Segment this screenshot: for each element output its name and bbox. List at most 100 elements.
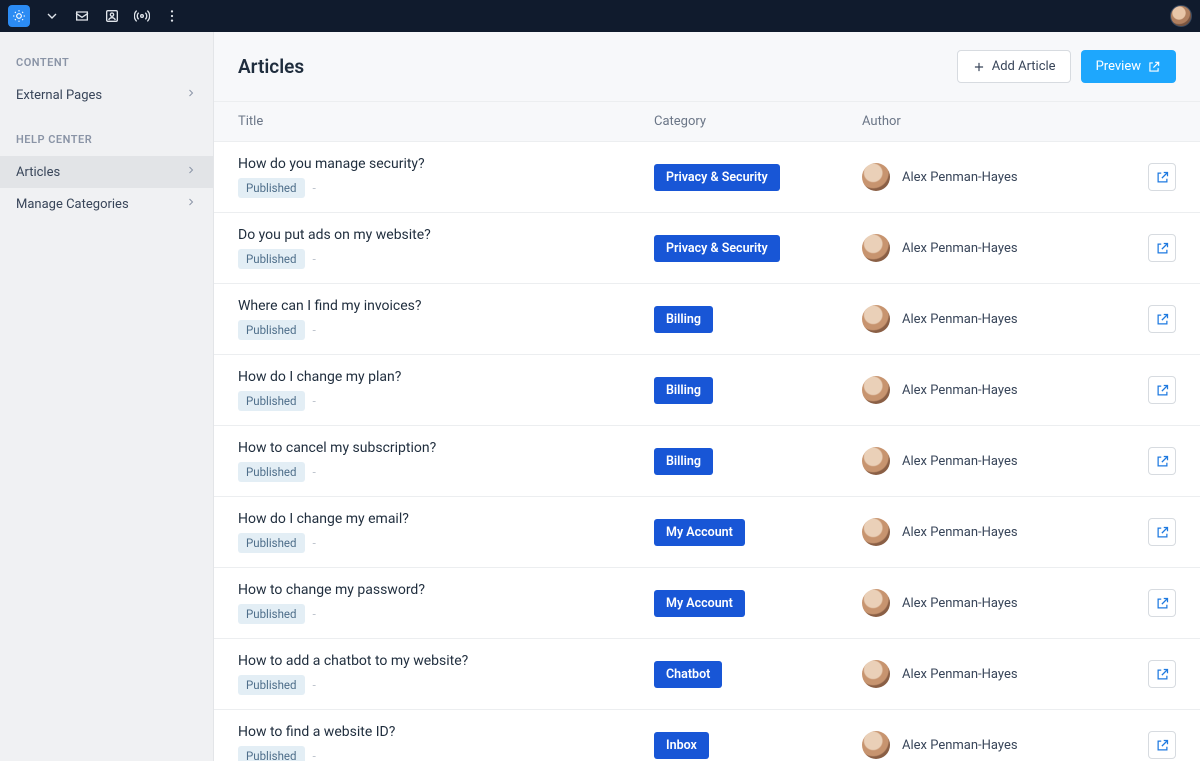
more-icon[interactable]: [164, 8, 180, 24]
broadcast-icon[interactable]: [134, 8, 150, 24]
status-badge: Published: [238, 391, 305, 411]
status-dash: -: [313, 607, 316, 621]
open-article-button[interactable]: [1148, 731, 1176, 759]
article-title[interactable]: Do you put ads on my website?: [238, 227, 654, 243]
article-title[interactable]: How to cancel my subscription?: [238, 440, 654, 456]
open-article-button[interactable]: [1148, 376, 1176, 404]
status-badge: Published: [238, 746, 305, 761]
author-name: Alex Penman-Hayes: [902, 596, 1018, 611]
category-badge[interactable]: Billing: [654, 448, 713, 475]
author-avatar: [862, 447, 890, 475]
external-link-icon: [1147, 60, 1161, 74]
category-badge[interactable]: My Account: [654, 590, 745, 617]
add-article-label: Add Article: [992, 59, 1056, 74]
sidebar-item-articles[interactable]: Articles: [0, 156, 213, 188]
open-article-button[interactable]: [1148, 660, 1176, 688]
app-logo[interactable]: [8, 5, 30, 27]
article-title[interactable]: How to change my password?: [238, 582, 654, 598]
status-dash: -: [313, 252, 316, 266]
status-badge: Published: [238, 533, 305, 553]
author-name: Alex Penman-Hayes: [902, 241, 1018, 256]
table-row: Where can I find my invoices? Published- B…: [214, 284, 1200, 355]
article-title[interactable]: How to add a chatbot to my website?: [238, 653, 654, 669]
status-badge: Published: [238, 675, 305, 695]
author-avatar: [862, 163, 890, 191]
status-badge: Published: [238, 178, 305, 198]
sidebar-item-manage-categories[interactable]: Manage Categories: [0, 188, 213, 220]
author-avatar: [862, 660, 890, 688]
status-dash: -: [313, 394, 316, 408]
article-title[interactable]: How to find a website ID?: [238, 724, 654, 740]
category-badge[interactable]: Chatbot: [654, 661, 722, 688]
open-article-button[interactable]: [1148, 163, 1176, 191]
chevron-right-icon: [185, 164, 197, 180]
table-header: Title Category Author: [214, 101, 1200, 142]
author-avatar: [862, 305, 890, 333]
chevron-right-icon: [185, 87, 197, 103]
chevron-right-icon: [185, 196, 197, 212]
topbar: [0, 0, 1200, 32]
table-row: How to cancel my subscription?Published-…: [214, 426, 1200, 497]
sidebar-item-label: External Pages: [16, 88, 102, 103]
category-badge[interactable]: Inbox: [654, 732, 709, 759]
sidebar-item-label: Manage Categories: [16, 197, 129, 212]
open-article-button[interactable]: [1148, 305, 1176, 333]
column-title: Title: [238, 114, 654, 129]
author-name: Alex Penman-Hayes: [902, 525, 1018, 540]
table-row: How to find a website ID? Published- Inbox…: [214, 710, 1200, 761]
open-article-button[interactable]: [1148, 234, 1176, 262]
status-dash: -: [313, 181, 316, 195]
author-name: Alex Penman-Hayes: [902, 170, 1018, 185]
category-badge[interactable]: My Account: [654, 519, 745, 546]
category-badge[interactable]: Privacy & Security: [654, 235, 780, 262]
table-row: How do I change my plan? Published- Billin…: [214, 355, 1200, 426]
preview-button[interactable]: Preview: [1081, 50, 1176, 83]
table-row: How do I change my email? Published- My Ac…: [214, 497, 1200, 568]
article-list: How do you manage security?Published-Pri…: [214, 142, 1200, 761]
open-article-button[interactable]: [1148, 589, 1176, 617]
user-avatar[interactable]: [1170, 5, 1192, 27]
open-article-button[interactable]: [1148, 447, 1176, 475]
author-name: Alex Penman-Hayes: [902, 312, 1018, 327]
add-article-button[interactable]: Add Article: [957, 50, 1071, 83]
status-badge: Published: [238, 462, 305, 482]
author-avatar: [862, 731, 890, 759]
article-title[interactable]: How do you manage security?: [238, 156, 654, 172]
author-avatar: [862, 518, 890, 546]
status-badge: Published: [238, 604, 305, 624]
column-category: Category: [654, 114, 862, 129]
status-dash: -: [313, 749, 316, 761]
author-avatar: [862, 589, 890, 617]
status-dash: -: [313, 323, 316, 337]
category-badge[interactable]: Privacy & Security: [654, 164, 780, 191]
article-title[interactable]: How do I change my email?: [238, 511, 654, 527]
sidebar: CONTENT External Pages HELP CENTER Artic…: [0, 32, 214, 761]
sidebar-item-label: Articles: [16, 165, 60, 180]
author-name: Alex Penman-Hayes: [902, 454, 1018, 469]
sidebar-item-external-pages[interactable]: External Pages: [0, 79, 213, 111]
article-title[interactable]: Where can I find my invoices?: [238, 298, 654, 314]
author-name: Alex Penman-Hayes: [902, 738, 1018, 753]
column-author: Author: [862, 114, 1112, 129]
article-title[interactable]: How do I change my plan?: [238, 369, 654, 385]
content: Articles Add Article Preview Title Categ…: [214, 32, 1200, 761]
category-badge[interactable]: Billing: [654, 306, 713, 333]
status-dash: -: [313, 678, 316, 692]
open-article-button[interactable]: [1148, 518, 1176, 546]
author-name: Alex Penman-Hayes: [902, 383, 1018, 398]
table-row: How to add a chatbot to my website? Publi…: [214, 639, 1200, 710]
status-badge: Published: [238, 320, 305, 340]
sidebar-section-label: CONTENT: [0, 52, 213, 79]
contacts-icon[interactable]: [104, 8, 120, 24]
plus-icon: [972, 60, 986, 74]
inbox-icon[interactable]: [74, 8, 90, 24]
author-avatar: [862, 234, 890, 262]
workspace-caret-icon[interactable]: [44, 8, 60, 24]
status-badge: Published: [238, 249, 305, 269]
status-dash: -: [313, 536, 316, 550]
sidebar-section-label: HELP CENTER: [0, 129, 213, 156]
page-title: Articles: [238, 55, 304, 78]
table-row: How do you manage security? Published- Pri…: [214, 142, 1200, 213]
author-avatar: [862, 376, 890, 404]
category-badge[interactable]: Billing: [654, 377, 713, 404]
